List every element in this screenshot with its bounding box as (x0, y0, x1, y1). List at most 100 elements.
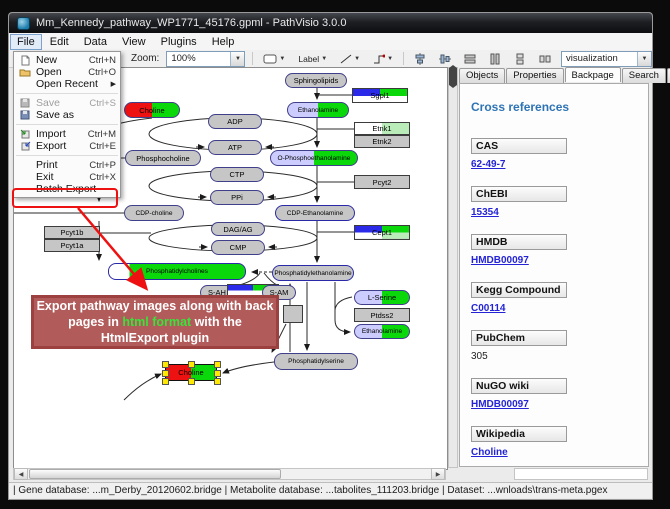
save-as-icon (17, 110, 33, 120)
file-menu-item-save-as[interactable]: Save as (14, 109, 120, 121)
pathway-node-o-phosphoethanolamine[interactable]: O-Phosphoethanolamine (270, 150, 358, 166)
tab-properties[interactable]: Properties (506, 68, 563, 83)
pathway-node-ctp[interactable]: CTP (210, 167, 264, 182)
selection-handle[interactable] (162, 378, 169, 385)
backpage-content[interactable]: Cross references CAS62-49-7ChEBI15354HMD… (459, 83, 649, 467)
selection-handle[interactable] (214, 378, 221, 385)
pathway-node-phosphatidylserine[interactable]: Phosphatidylserine (274, 353, 358, 370)
file-menu-item-batch-export[interactable]: Batch Export (14, 183, 120, 195)
selection-handle[interactable] (188, 378, 195, 385)
pathway-node-atp[interactable]: ATP (208, 140, 262, 155)
file-menu-item-exit[interactable]: ExitCtrl+X (14, 171, 120, 183)
pathway-node-dag-ag[interactable]: DAG/AG (211, 222, 265, 236)
common-width-icon (464, 53, 476, 65)
canvas-vertical-scrollbar[interactable] (448, 67, 458, 468)
menu-item-label: Import (33, 128, 88, 140)
pathway-node-phosphatidylethanolamine[interactable]: Phosphatidylethanolamine (272, 265, 354, 281)
file-menu: NewCtrl+NOpenCtrl+OOpen Recent▶SaveCtrl+… (13, 51, 121, 198)
pathway-node-etnk2[interactable]: Etnk2 (354, 135, 410, 148)
pathway-node-cdp-choline[interactable]: CDP-choline (124, 205, 184, 221)
pathway-node-sgpl1[interactable]: Sgpl1 (352, 88, 408, 103)
file-menu-item-import[interactable]: ImportCtrl+M (14, 128, 120, 140)
file-menu-item-save[interactable]: SaveCtrl+S (14, 97, 120, 109)
pathway-node-cmp[interactable]: CMP (211, 240, 265, 255)
cross-reference-link[interactable]: C00114 (471, 303, 648, 314)
pathway-node-sphingolipids[interactable]: Sphingolipids (285, 73, 347, 88)
database-name: ChEBI (471, 186, 567, 202)
database-name: Kegg Compound (471, 282, 567, 298)
canvas-horizontal-scrollbar[interactable]: ◀ ▶ (13, 468, 446, 480)
tab-backpage[interactable]: Backpage (565, 67, 621, 82)
menu-data[interactable]: Data (77, 34, 114, 50)
selection-handle[interactable] (214, 361, 221, 368)
cross-reference-link[interactable]: HMDB00097 (471, 399, 648, 410)
chevron-down-icon[interactable]: ▼ (230, 52, 244, 66)
visualization-combobox[interactable]: visualization ▼ (561, 51, 652, 67)
menu-item-label: Batch Export (33, 183, 116, 195)
file-menu-item-export[interactable]: ExportCtrl+E (14, 140, 120, 152)
selection-handle[interactable] (162, 361, 169, 368)
pathway-node-ptdss2[interactable]: Ptdss2 (354, 308, 410, 322)
file-menu-item-new[interactable]: NewCtrl+N (14, 54, 120, 66)
zoom-combobox[interactable]: 100% ▼ (166, 51, 245, 67)
pathway-node-phosphatidylcholines[interactable]: Phosphatidylcholines (108, 263, 246, 280)
menu-item-shortcut: Ctrl+P (89, 160, 116, 171)
file-menu-item-print[interactable]: PrintCtrl+P (14, 159, 120, 171)
cross-reference-link[interactable]: 15354 (471, 207, 648, 218)
selection-handle[interactable] (214, 370, 221, 377)
add-connector-button[interactable]: ▼ (370, 52, 396, 66)
chevron-down-icon[interactable]: ▼ (279, 56, 285, 62)
pathway-node-cdp-ethanolamine[interactable]: CDP-Ethanolamine (275, 205, 355, 221)
add-datanode-button[interactable]: ▼ (260, 52, 288, 66)
stack-vertical-button[interactable] (511, 51, 529, 67)
menu-file[interactable]: File (10, 34, 42, 50)
menu-edit[interactable]: Edit (43, 34, 76, 50)
chevron-down-icon[interactable]: ▼ (637, 52, 651, 66)
tab-search[interactable]: Search (622, 68, 666, 83)
pathway-node-etnk1[interactable]: Etnk1 (354, 122, 410, 135)
menu-help[interactable]: Help (205, 34, 242, 50)
file-menu-item-open-recent[interactable]: Open Recent▶ (14, 78, 120, 90)
scrollbar-thumb[interactable] (29, 469, 281, 479)
title-bar[interactable]: Mm_Kennedy_pathway_WP1771_45176.gpml - P… (9, 13, 652, 33)
pathway-node-enzyme-box[interactable] (283, 305, 303, 323)
pathway-node-pcyt1a[interactable]: Pcyt1a (44, 239, 100, 252)
chevron-down-icon[interactable]: ▼ (321, 56, 327, 62)
align-horizontal-center-button[interactable] (411, 51, 429, 67)
database-name: Wikipedia (471, 426, 567, 442)
menu-view[interactable]: View (115, 34, 153, 50)
pathway-node-ethanolamine-bottom[interactable]: Ethanolamine (354, 324, 410, 339)
stack-horizontal-button[interactable] (536, 51, 554, 67)
add-line-button[interactable]: ▼ (337, 52, 363, 66)
cross-reference-link[interactable]: HMDB00097 (471, 255, 648, 266)
cross-reference-link[interactable]: Choline (471, 447, 648, 458)
pathway-node-pcyt2[interactable]: Pcyt2 (354, 175, 410, 189)
pathway-node-pcyt1b[interactable]: Pcyt1b (44, 226, 100, 239)
chevron-down-icon[interactable]: ▼ (387, 56, 393, 62)
pathway-node-ppi[interactable]: PPi (210, 190, 264, 205)
menu-item-label: Save (33, 97, 89, 109)
menu-plugins[interactable]: Plugins (154, 34, 204, 50)
pathway-node-phosphocholine[interactable]: Phosphocholine (125, 150, 201, 166)
file-menu-item-open[interactable]: OpenCtrl+O (14, 66, 120, 78)
common-width-button[interactable] (461, 51, 479, 67)
toolbar-separator (252, 52, 253, 65)
pathway-node-ethanolamine-top[interactable]: Ethanolamine (287, 102, 349, 118)
pathway-node-choline-top[interactable]: Choline (124, 102, 180, 118)
import-icon (17, 129, 33, 140)
scroll-left-icon[interactable]: ◀ (14, 468, 28, 480)
common-height-button[interactable] (486, 51, 504, 67)
selection-handle[interactable] (162, 370, 169, 377)
selection-handle[interactable] (188, 361, 195, 368)
chevron-down-icon[interactable]: ▼ (354, 56, 360, 62)
cross-reference-link[interactable]: 62-49-7 (471, 159, 648, 170)
cross-reference-section: CAS62-49-7 (471, 136, 648, 170)
tab-objects[interactable]: Objects (459, 68, 505, 83)
pathway-node-adp[interactable]: ADP (208, 114, 262, 129)
zoom-value: 100% (167, 53, 230, 64)
scroll-right-icon[interactable]: ▶ (431, 468, 445, 480)
pathway-node-l-serine[interactable]: L-Serine (354, 290, 410, 305)
pathway-node-cept1[interactable]: Cept1 (354, 225, 410, 240)
splitter-collapse-right-icon[interactable] (453, 65, 457, 88)
add-label-button[interactable]: Label ▼ (295, 52, 330, 66)
